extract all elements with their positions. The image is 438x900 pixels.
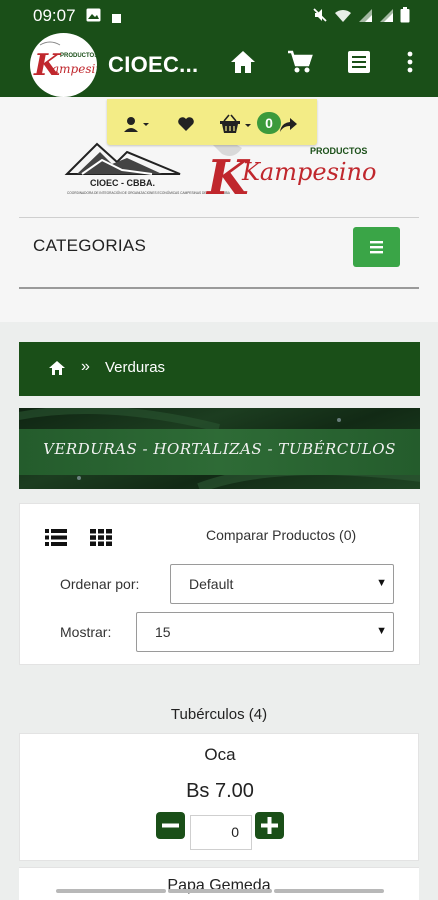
cart-count-badge: 0 (257, 112, 281, 134)
limit-select[interactable]: 15 ▼ (136, 612, 394, 652)
list-view-icon[interactable] (45, 529, 67, 551)
product-card: Papa Gemeda (19, 867, 419, 900)
cart-icon[interactable] (287, 50, 313, 79)
plus-icon (261, 817, 278, 834)
listing-controls: Comparar Productos (0) Ordenar por: Defa… (19, 503, 420, 665)
divider (19, 287, 419, 289)
nav-gesture-bar (274, 889, 384, 893)
show-label: Mostrar: (60, 624, 112, 640)
breadcrumb-home-icon[interactable] (49, 361, 65, 380)
list-icon[interactable] (347, 50, 371, 79)
sort-select-value: Default (189, 576, 234, 592)
categories-menu-button[interactable] (353, 227, 400, 267)
share-icon[interactable] (279, 118, 297, 137)
status-bar: 09:07 (0, 0, 438, 30)
product-price: Bs 7.00 (186, 780, 254, 802)
increase-quantity-button[interactable] (255, 812, 284, 839)
sort-select[interactable]: Default ▼ (170, 564, 394, 604)
grid-view-icon[interactable] (90, 529, 112, 551)
breadcrumb: » Verduras (19, 342, 420, 396)
cioec-label: CIOEC - CBBA. (90, 178, 155, 188)
basket-icon[interactable] (219, 114, 253, 139)
dropdown-arrow-icon: ▼ (376, 625, 387, 637)
divider (19, 217, 419, 218)
square-icon (112, 10, 121, 28)
mute-icon (312, 7, 328, 28)
brand-logos: CIOEC - CBBA. COORDINADORA DE INTEGRACIÓ… (62, 140, 382, 206)
sort-label: Ordenar por: (60, 576, 140, 592)
kampesino-logo: PRODUCTOS K Kampesino (205, 141, 376, 206)
app-title: CIOEC... (108, 52, 199, 77)
nav-gesture-bar (56, 889, 166, 893)
image-icon (86, 8, 101, 27)
wifi-icon (334, 8, 352, 28)
banner-text: VERDURAS - HORTALIZAS - TUBÉRCULOS (43, 440, 396, 458)
decrease-quantity-button[interactable] (156, 812, 185, 839)
kampesino-label: Kampesino (241, 158, 376, 186)
signal-icon (379, 8, 394, 28)
home-icon[interactable] (230, 50, 256, 79)
breadcrumb-separator: » (81, 358, 90, 375)
nav-gesture-bar (168, 889, 272, 893)
user-icon[interactable] (124, 116, 150, 137)
product-card: Oca Bs 7.00 0 (19, 733, 419, 861)
app-bar: PRODUCTOS K ampesino CIOEC... (0, 30, 438, 97)
minus-icon (162, 823, 179, 828)
status-time: 09:07 (33, 6, 76, 25)
quantity-input[interactable]: 0 (190, 815, 252, 850)
more-vert-icon[interactable] (406, 50, 414, 79)
dropdown-arrow-icon: ▼ (376, 577, 387, 589)
svg-text:ampesino: ampesino (52, 62, 97, 76)
quick-toolbar: 0 (107, 99, 317, 145)
category-banner: VERDURAS - HORTALIZAS - TUBÉRCULOS (19, 408, 420, 489)
product-name[interactable]: Oca (20, 745, 420, 765)
categories-title: CATEGORIAS (33, 236, 147, 255)
svg-text:PRODUCTOS: PRODUCTOS (60, 53, 97, 59)
signal-icon (358, 8, 373, 28)
battery-icon (400, 7, 410, 28)
subcategory-title: Tubérculos (4) (170, 706, 268, 723)
products-label: PRODUCTOS (310, 146, 367, 156)
heart-icon[interactable] (177, 116, 195, 137)
breadcrumb-current[interactable]: Verduras (105, 359, 165, 376)
hamburger-icon (370, 241, 383, 254)
limit-select-value: 15 (155, 624, 171, 640)
app-logo[interactable]: PRODUCTOS K ampesino (30, 33, 97, 97)
compare-products-link[interactable]: Comparar Productos (0) (206, 527, 356, 543)
